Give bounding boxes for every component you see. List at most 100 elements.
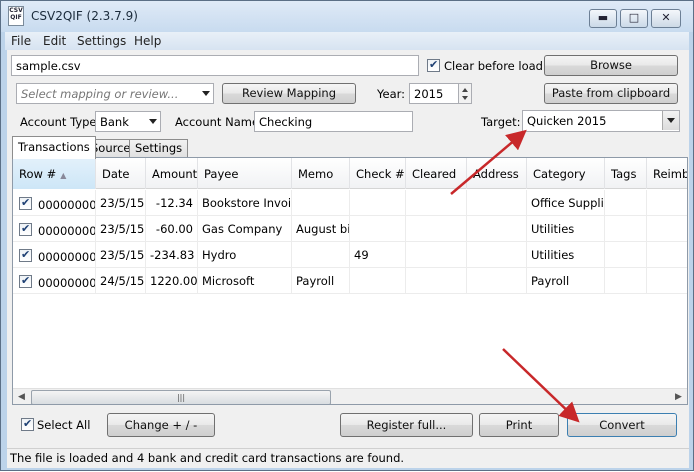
reimb-cell[interactable] <box>647 190 687 216</box>
paste-from-clipboard-button[interactable]: Paste from clipboard <box>544 83 678 104</box>
address-cell[interactable] <box>467 216 527 242</box>
spin-down-icon[interactable] <box>462 96 468 100</box>
row-number-cell[interactable]: 000000003 <box>13 242 96 268</box>
category-cell[interactable]: Office Supplies <box>527 190 605 216</box>
category-cell[interactable]: Utilities <box>527 216 605 242</box>
mapping-select[interactable]: Select mapping or review... <box>16 83 214 104</box>
amount-cell[interactable]: -12.34 <box>146 190 198 216</box>
menu-edit[interactable]: Edit <box>43 34 66 48</box>
scroll-thumb[interactable]: ||| <box>31 390 331 404</box>
menu-file[interactable]: File <box>11 34 31 48</box>
table-row[interactable]: 00000000424/5/151220.00MicrosoftPayrollP… <box>13 268 687 294</box>
address-cell[interactable] <box>467 242 527 268</box>
reimb-cell[interactable] <box>647 216 687 242</box>
amount-cell[interactable]: -60.00 <box>146 216 198 242</box>
memo-cell[interactable]: August bill <box>292 216 350 242</box>
column-header-row[interactable]: Row # ▲ <box>13 158 96 189</box>
payee-cell[interactable]: Bookstore Invoice <box>198 190 292 216</box>
column-header-tags[interactable]: Tags <box>605 158 647 189</box>
tags-cell[interactable] <box>605 242 647 268</box>
category-cell[interactable]: Utilities <box>527 242 605 268</box>
column-header-category[interactable]: Category <box>527 158 605 189</box>
check-cell[interactable] <box>350 268 406 294</box>
clear-before-load-checkbox[interactable] <box>427 58 440 72</box>
convert-button[interactable]: Convert <box>567 413 677 437</box>
reimb-cell[interactable] <box>647 268 687 294</box>
account-name-input[interactable]: Checking <box>254 111 413 132</box>
review-mapping-button[interactable]: Review Mapping <box>222 83 356 104</box>
column-header-date[interactable]: Date <box>96 158 146 189</box>
maximize-button[interactable]: □ <box>620 9 648 28</box>
table-row[interactable]: 00000000123/5/15-12.34Bookstore Invoice O… <box>13 190 687 216</box>
amount-cell[interactable]: 1220.00 <box>146 268 198 294</box>
date-cell[interactable]: 24/5/15 <box>96 268 146 294</box>
category-cell[interactable]: Payroll <box>527 268 605 294</box>
column-header-address[interactable]: Address <box>467 158 527 189</box>
check-cell[interactable]: 49 <box>350 242 406 268</box>
horizontal-scrollbar[interactable]: ◀ ||| ▶ <box>13 388 687 404</box>
row-number-cell[interactable]: 000000004 <box>13 268 96 294</box>
menu-settings[interactable]: Settings <box>77 34 126 48</box>
column-header-cleared[interactable]: Cleared <box>406 158 467 189</box>
row-number: 000000002 <box>38 224 96 238</box>
menu-help[interactable]: Help <box>134 34 161 48</box>
year-input[interactable]: 2015 <box>409 83 459 104</box>
tab-settings[interactable]: Settings <box>129 139 189 157</box>
memo-cell[interactable]: Payroll <box>292 268 350 294</box>
file-path-input[interactable]: sample.csv <box>11 55 419 76</box>
tags-cell[interactable] <box>605 190 647 216</box>
select-all-checkbox[interactable] <box>21 417 34 431</box>
column-header-check[interactable]: Check # <box>350 158 406 189</box>
select-all-label: Select All <box>37 418 91 432</box>
scroll-left-icon[interactable]: ◀ <box>13 389 30 404</box>
column-header-reimb[interactable]: Reimb <box>647 158 687 189</box>
date-cell[interactable]: 23/5/15 <box>96 242 146 268</box>
memo-cell[interactable] <box>292 242 350 268</box>
window-title: CSV2QIF (2.3.7.9) <box>31 9 138 23</box>
spin-up-icon[interactable] <box>462 88 468 92</box>
year-spinner[interactable] <box>458 83 472 104</box>
close-button[interactable]: ✕ <box>651 9 681 28</box>
row-checkbox[interactable] <box>19 248 32 262</box>
date-cell[interactable]: 23/5/15 <box>96 216 146 242</box>
tags-cell[interactable] <box>605 268 647 294</box>
row-checkbox[interactable] <box>19 274 32 288</box>
row-checkbox[interactable] <box>19 196 32 210</box>
row-checkbox[interactable] <box>19 222 32 236</box>
address-cell[interactable] <box>467 268 527 294</box>
cleared-cell[interactable] <box>406 216 467 242</box>
reimb-cell[interactable] <box>647 242 687 268</box>
minimize-button[interactable]: ▬ <box>589 9 617 28</box>
date-cell[interactable]: 23/5/15 <box>96 190 146 216</box>
row-number-cell[interactable]: 000000002 <box>13 216 96 242</box>
payee-cell[interactable]: Microsoft <box>198 268 292 294</box>
row-number-cell[interactable]: 000000001 <box>13 190 96 216</box>
register-full-button[interactable]: Register full... <box>340 413 473 437</box>
cleared-cell[interactable] <box>406 242 467 268</box>
check-cell[interactable] <box>350 190 406 216</box>
sort-ascending-icon: ▲ <box>60 171 67 180</box>
cleared-cell[interactable] <box>406 190 467 216</box>
print-button[interactable]: Print <box>479 413 559 437</box>
address-cell[interactable] <box>467 190 527 216</box>
memo-cell[interactable] <box>292 190 350 216</box>
amount-cell[interactable]: -234.83 <box>146 242 198 268</box>
scroll-right-icon[interactable]: ▶ <box>670 389 687 404</box>
payee-cell[interactable]: Gas Company <box>198 216 292 242</box>
table-row[interactable]: 00000000323/5/15-234.83Hydro 49 Utilities <box>13 242 687 268</box>
browse-button[interactable]: Browse <box>544 55 678 76</box>
cleared-cell[interactable] <box>406 268 467 294</box>
transactions-grid[interactable]: Row # ▲ Date Amount Payee Memo Check # Cl… <box>12 157 688 405</box>
account-type-select[interactable]: Bank <box>95 111 161 132</box>
check-cell[interactable] <box>350 216 406 242</box>
payee-cell[interactable]: Hydro <box>198 242 292 268</box>
column-header-payee[interactable]: Payee <box>198 158 292 189</box>
target-select[interactable]: Quicken 2015 <box>522 110 680 132</box>
table-row[interactable]: 00000000223/5/15-60.00Gas CompanyAugust … <box>13 216 687 242</box>
target-dropdown-button[interactable] <box>662 111 679 130</box>
tab-transactions[interactable]: Transactions <box>12 136 96 159</box>
tags-cell[interactable] <box>605 216 647 242</box>
change-sign-button[interactable]: Change + / - <box>107 413 215 437</box>
column-header-memo[interactable]: Memo <box>292 158 350 189</box>
column-header-amount[interactable]: Amount <box>146 158 198 189</box>
